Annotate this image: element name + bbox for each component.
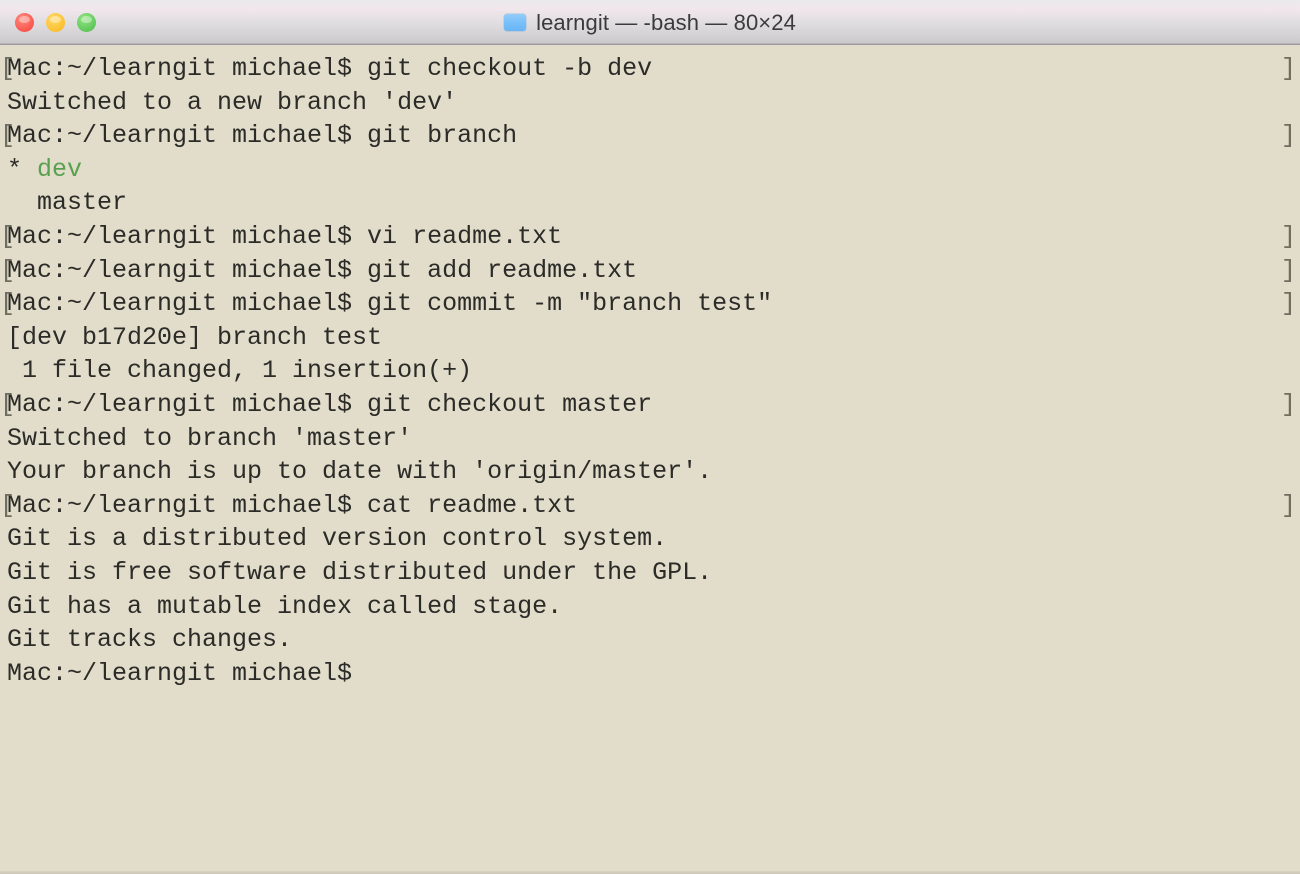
line-wrap-marker-left: [ (0, 255, 16, 285)
terminal-line: Git is a distributed version control sys… (0, 522, 1300, 556)
line-wrap-marker-left: [ (0, 54, 16, 83)
line-wrap-marker-right: ] (1280, 389, 1296, 419)
terminal-line: [Mac:~/learngit michael$ git commit -m "… (0, 287, 1300, 321)
terminal-line-text: Switched to branch 'master' (7, 423, 413, 453)
terminal-body[interactable]: [Mac:~/learngit michael$ git checkout -b… (0, 45, 1300, 874)
minimize-button[interactable] (46, 13, 65, 32)
terminal-line: Switched to a new branch 'dev' (0, 86, 1300, 120)
terminal-line-text: master (7, 188, 128, 218)
terminal-line-text: Switched to a new branch 'dev' (7, 87, 458, 117)
line-wrap-marker-right: ] (1280, 221, 1296, 251)
line-wrap-marker-left: [ (0, 221, 16, 251)
terminal-line: Git tracks changes. (0, 623, 1300, 657)
terminal-line: [Mac:~/learngit michael$ git add readme.… (0, 254, 1300, 288)
terminal-line-text: Mac:~/learngit michael$ git branch (7, 121, 518, 151)
window-title: learngit — -bash — 80×24 (536, 9, 796, 35)
line-wrap-marker-right: ] (1280, 255, 1296, 285)
terminal-line: 1 file changed, 1 insertion(+) (0, 354, 1300, 388)
terminal-line-text: Mac:~/learngit michael$ git add readme.t… (7, 255, 638, 285)
terminal-line-text: * dev (7, 155, 82, 184)
terminal-line: Switched to branch 'master' (0, 422, 1300, 456)
terminal-line: [Mac:~/learngit michael$ git checkout ma… (0, 388, 1300, 422)
traffic-light-group (15, 0, 96, 45)
terminal-line: [Mac:~/learngit michael$ vi readme.txt] (0, 220, 1300, 254)
terminal-line: [Mac:~/learngit michael$ cat readme.txt] (0, 489, 1300, 523)
terminal-line-text: Mac:~/learngit michael$ cat readme.txt (7, 490, 578, 520)
terminal-line-text: Mac:~/learngit michael$ vi readme.txt (7, 221, 563, 251)
line-wrap-marker-right: ] (1280, 121, 1296, 151)
window-titlebar[interactable]: learngit — -bash — 80×24 (0, 0, 1300, 45)
close-button[interactable] (15, 13, 34, 32)
current-branch-marker: * (7, 154, 38, 184)
terminal-line: master (0, 186, 1300, 220)
line-wrap-marker-right: ] (1280, 490, 1296, 520)
terminal-line-text: Git is a distributed version control sys… (7, 524, 668, 554)
terminal-line: Mac:~/learngit michael$ (0, 657, 1300, 691)
line-wrap-marker-left: [ (0, 289, 16, 319)
terminal-line-text: Mac:~/learngit michael$ git commit -m "b… (7, 289, 773, 319)
window-title-group: learngit — -bash — 80×24 (0, 0, 1300, 45)
terminal-line: [Mac:~/learngit michael$ git branch] (0, 119, 1300, 153)
terminal-line: Git has a mutable index called stage. (0, 590, 1300, 624)
terminal-line-text: Git is free software distributed under t… (7, 557, 713, 587)
terminal-line-text: Mac:~/learngit michael$ (7, 658, 353, 688)
line-wrap-marker-left: [ (0, 490, 16, 520)
terminal-line: Your branch is up to date with 'origin/m… (0, 455, 1300, 489)
terminal-line-text: 1 file changed, 1 insertion(+) (7, 356, 473, 386)
folder-icon (504, 14, 527, 31)
terminal-line-text: Your branch is up to date with 'origin/m… (7, 457, 713, 487)
maximize-button[interactable] (77, 13, 96, 32)
terminal-line: [Mac:~/learngit michael$ git checkout -b… (0, 52, 1300, 86)
terminal-line: [dev b17d20e] branch test (0, 321, 1300, 355)
terminal-line-text: Git tracks changes. (7, 625, 293, 655)
terminal-line: * dev (0, 153, 1300, 187)
terminal-line-text: Mac:~/learngit michael$ git checkout -b … (7, 54, 653, 83)
terminal-line-text: Mac:~/learngit michael$ git checkout mas… (7, 389, 653, 419)
terminal-window: learngit — -bash — 80×24 [Mac:~/learngit… (0, 0, 1300, 874)
line-wrap-marker-left: [ (0, 389, 16, 419)
terminal-line: Git is free software distributed under t… (0, 556, 1300, 590)
line-wrap-marker-right: ] (1280, 54, 1296, 83)
line-wrap-marker-right: ] (1280, 289, 1296, 319)
current-branch-name: dev (37, 154, 83, 184)
terminal-line-text: [dev b17d20e] branch test (7, 322, 383, 352)
line-wrap-marker-left: [ (0, 121, 16, 151)
terminal-line-text: Git has a mutable index called stage. (7, 591, 563, 621)
terminal-output: [Mac:~/learngit michael$ git checkout -b… (0, 52, 1300, 690)
